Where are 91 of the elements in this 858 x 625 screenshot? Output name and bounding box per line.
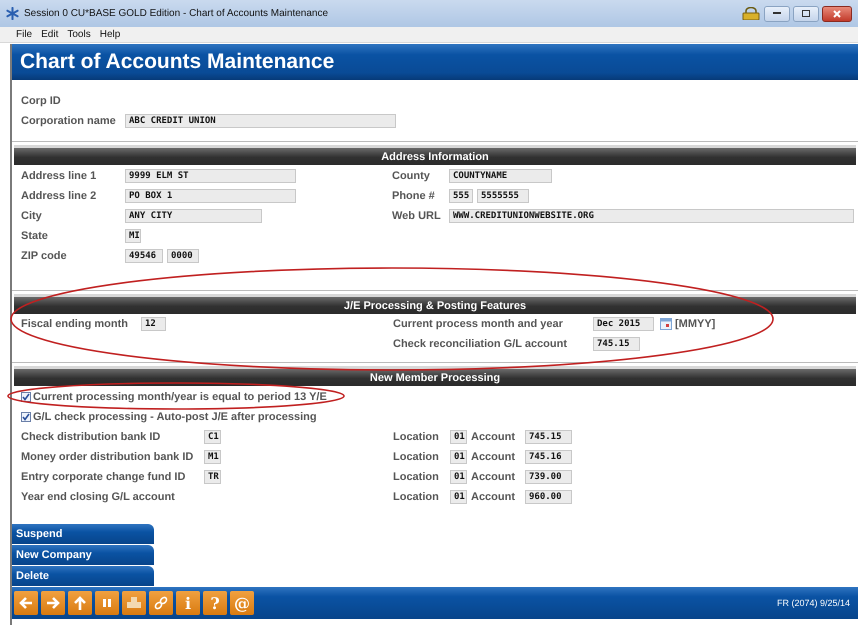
lock-icon (741, 7, 761, 20)
input-field[interactable]: TR (204, 470, 221, 484)
input-field[interactable]: COUNTYNAME (449, 169, 552, 183)
field-label: Location (393, 471, 440, 483)
forward-button[interactable] (41, 591, 65, 615)
input-field[interactable]: 9999 ELM ST (125, 169, 296, 183)
action-button[interactable]: Suspend (12, 524, 154, 545)
pause-icon (102, 598, 112, 608)
input-field[interactable]: 960.00 (525, 490, 572, 504)
action-button[interactable]: Delete (12, 566, 154, 587)
maximize-icon (802, 10, 810, 17)
field-label: Entry corporate change fund ID (21, 471, 186, 483)
format-hint: [MMYY] (675, 318, 716, 330)
field-label: Location (393, 491, 440, 503)
menu-item[interactable]: Edit (41, 29, 58, 40)
field-label: Account (471, 491, 516, 503)
input-field[interactable]: PO BOX 1 (125, 189, 296, 203)
field-label: Phone # (392, 190, 436, 202)
field-label: Fiscal ending month (21, 318, 129, 330)
field-label: Address line 2 (21, 190, 98, 202)
maximize-button[interactable] (793, 6, 819, 22)
page-title: Chart of Accounts Maintenance (20, 50, 334, 74)
field-label: Corporation name (21, 115, 117, 127)
input-field[interactable]: 5555555 (477, 189, 529, 203)
field-label: Check distribution bank ID (21, 431, 162, 443)
field-label: Check reconciliation G/L account (393, 338, 568, 350)
input-field[interactable]: 739.00 (525, 470, 572, 484)
field-label: Current process month and year (393, 318, 564, 330)
field-label: Location (393, 451, 440, 463)
field-label: Location (393, 431, 440, 443)
back-button[interactable] (14, 591, 38, 615)
checkbox[interactable] (21, 412, 31, 422)
field-label: Year end closing G/L account (21, 491, 176, 503)
section-header: Address Information (14, 145, 856, 165)
field-label: County (392, 170, 431, 182)
field-label: Account (471, 471, 516, 483)
field-label: Account (471, 451, 516, 463)
minimize-icon (773, 12, 781, 15)
menu-item[interactable]: File (16, 29, 32, 40)
up-button[interactable] (68, 591, 92, 615)
input-field[interactable]: 745.15 (593, 337, 640, 351)
status-text: FR (2074) 9/25/14 (776, 598, 850, 608)
input-field[interactable]: 745.15 (525, 430, 572, 444)
field-label: Money order distribution bank ID (21, 451, 194, 463)
field-label: Web URL (392, 210, 442, 222)
input-field[interactable]: 01 (450, 470, 467, 484)
input-field[interactable]: 0000 (167, 249, 199, 263)
arrow-left-icon (18, 595, 34, 611)
print-button[interactable] (122, 591, 146, 615)
input-field[interactable]: MI (125, 229, 141, 243)
link-button[interactable] (149, 591, 173, 615)
input-field[interactable]: 555 (449, 189, 473, 203)
close-icon (833, 10, 841, 18)
menu-item[interactable]: Help (100, 29, 120, 40)
chain-link-icon (154, 596, 168, 610)
checkbox-label[interactable]: G/L check processing - Auto-post J/E after processing (33, 411, 317, 423)
field-label: Address line 1 (21, 170, 98, 182)
menu-item[interactable]: Tools (67, 29, 91, 40)
checkbox[interactable] (21, 392, 31, 402)
arrow-up-icon (72, 595, 88, 611)
field-label: Corp ID (21, 95, 62, 107)
section-header: J/E Processing & Posting Features (14, 294, 856, 314)
input-field[interactable]: Dec 2015 (593, 317, 654, 331)
field-label: City (21, 210, 43, 222)
minimize-button[interactable] (764, 6, 790, 22)
input-field[interactable]: WWW.CREDITUNIONWEBSITE.ORG (449, 209, 854, 223)
input-field[interactable]: ABC CREDIT UNION (125, 114, 396, 128)
input-field[interactable]: 12 (141, 317, 166, 331)
field-label: Account (471, 431, 516, 443)
checkmark-icon (22, 413, 30, 421)
input-field[interactable]: 01 (450, 430, 467, 444)
input-field[interactable]: 745.16 (525, 450, 572, 464)
input-field[interactable]: 49546 (125, 249, 163, 263)
section-header: New Member Processing (14, 366, 856, 386)
printer-icon (127, 597, 141, 609)
field-label: State (21, 230, 49, 242)
field-label: ZIP code (21, 250, 68, 262)
input-field[interactable]: C1 (204, 430, 221, 444)
action-button[interactable]: New Company (12, 545, 154, 566)
checkbox-label[interactable]: Current processing month/year is equal to period 13 Y/E (33, 391, 327, 403)
arrow-right-icon (45, 595, 61, 611)
calendar-icon[interactable] (660, 318, 672, 330)
input-field[interactable]: 01 (450, 490, 467, 504)
close-button[interactable] (822, 6, 852, 22)
window-title: Session 0 CU*BASE GOLD Edition - Chart of Accounts Maintenance (24, 8, 328, 19)
checkmark-icon (22, 393, 30, 401)
input-field[interactable]: M1 (204, 450, 221, 464)
pause-button[interactable] (95, 591, 119, 615)
asterisk-icon (6, 7, 19, 20)
input-field[interactable]: ANY CITY (125, 209, 262, 223)
input-field[interactable]: 01 (450, 450, 467, 464)
